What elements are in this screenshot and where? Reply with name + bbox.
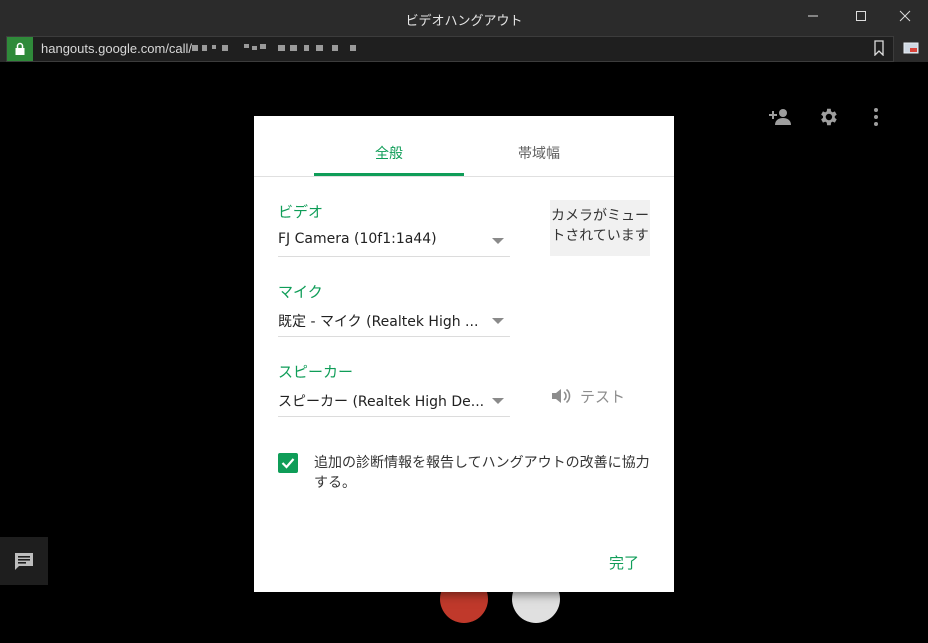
active-tab-indicator (314, 173, 464, 176)
maximize-button[interactable] (838, 0, 884, 32)
diagnostics-label: 追加の診断情報を報告してハングアウトの改善に協力する。 (314, 455, 650, 491)
chat-icon (15, 553, 33, 570)
add-person-icon[interactable] (766, 104, 794, 130)
window-titlebar: ビデオハングアウト (0, 0, 928, 36)
speaker-select[interactable]: スピーカー (Realtek High De... (278, 384, 510, 417)
speaker-select-value: スピーカー (Realtek High De... (278, 394, 483, 410)
settings-dialog: 全般 帯域幅 ビデオ FJ Camera (10f1:1a44) カメラがミュー… (254, 116, 674, 592)
chevron-down-icon (492, 398, 504, 404)
tab-bar: 全般 帯域幅 (254, 116, 674, 177)
url-field[interactable]: hangouts.google.com/call/ (6, 36, 894, 62)
done-button[interactable]: 完了 (594, 548, 654, 577)
speaker-icon (552, 388, 571, 404)
check-icon (281, 458, 295, 469)
minimize-button[interactable] (790, 0, 836, 32)
diagnostics-checkbox[interactable] (278, 453, 298, 473)
speaker-label: スピーカー (278, 363, 354, 381)
lock-icon (7, 37, 33, 61)
close-button[interactable] (882, 0, 928, 32)
bookmark-icon[interactable] (873, 40, 885, 60)
mic-label: マイク (278, 283, 323, 301)
url-value: hangouts.google.com/call/ (41, 41, 193, 56)
redacted-url-segment (192, 42, 362, 57)
mic-select[interactable]: 既定 - マイク (Realtek High ... (278, 304, 510, 337)
url-text: hangouts.google.com/call/ (41, 41, 362, 57)
chevron-down-icon (492, 238, 504, 244)
gear-icon[interactable] (814, 104, 842, 130)
chat-button[interactable] (0, 537, 48, 585)
close-icon (899, 10, 911, 22)
tab-bandwidth[interactable]: 帯域幅 (464, 143, 614, 163)
cast-icon[interactable] (900, 38, 922, 58)
mic-select-value: 既定 - マイク (Realtek High ... (278, 314, 479, 330)
maximize-icon (856, 11, 866, 21)
window-title: ビデオハングアウト (405, 14, 523, 29)
video-label: ビデオ (278, 203, 324, 221)
camera-preview-muted: カメラがミュートされています (550, 200, 650, 256)
tab-general[interactable]: 全般 (314, 143, 464, 163)
speaker-test-button[interactable]: テスト (550, 384, 625, 408)
video-select[interactable]: FJ Camera (10f1:1a44) (278, 224, 510, 257)
speaker-test-label: テスト (580, 387, 626, 406)
video-select-value: FJ Camera (10f1:1a44) (278, 231, 437, 247)
chevron-down-icon (492, 318, 504, 324)
address-bar: hangouts.google.com/call/ (0, 36, 928, 62)
more-vert-icon[interactable] (862, 104, 890, 130)
minimize-icon (808, 15, 818, 17)
